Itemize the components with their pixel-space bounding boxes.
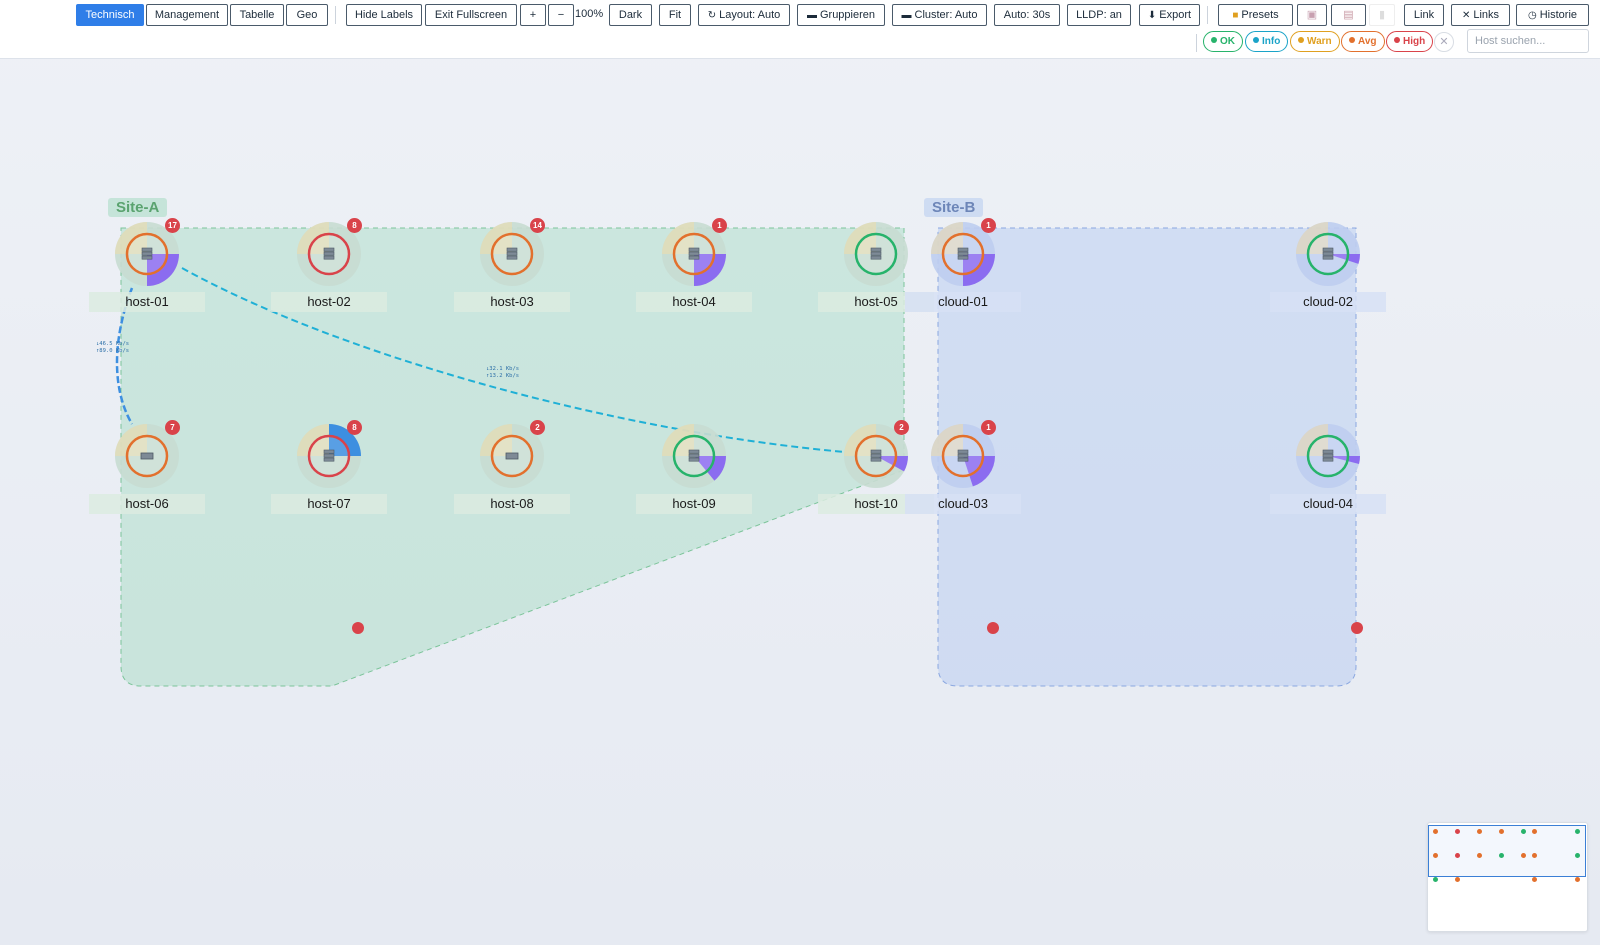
clip-edge bbox=[0, 628, 1600, 638]
server-icon bbox=[870, 247, 882, 260]
server-icon bbox=[688, 247, 700, 260]
node-label: cloud-01 bbox=[905, 292, 1021, 312]
node-host-09[interactable] bbox=[661, 423, 727, 489]
server-icon bbox=[323, 247, 335, 260]
node-host-01[interactable]: 17 bbox=[114, 218, 180, 287]
alert-count-badge: 1 bbox=[981, 218, 996, 233]
node-cloud-01[interactable]: 1 bbox=[930, 218, 996, 287]
alert-count-badge: 2 bbox=[530, 420, 545, 435]
minimap-node-dot bbox=[1455, 829, 1460, 834]
site-b-label: Site-B bbox=[924, 198, 984, 217]
server-icon bbox=[870, 449, 882, 462]
node-host-07[interactable]: 8 bbox=[296, 420, 362, 489]
link-1-up-label: ↑89.0 Kb/s bbox=[96, 348, 129, 354]
node-host-10[interactable]: 2 bbox=[843, 420, 909, 489]
alert-count-badge: 1 bbox=[712, 218, 727, 233]
minimap-node-dot bbox=[1575, 829, 1580, 834]
node-label: cloud-04 bbox=[1270, 494, 1386, 514]
node-gauge bbox=[662, 424, 726, 488]
minimap-node-dot bbox=[1532, 877, 1537, 882]
node-host-06[interactable]: 7 bbox=[114, 420, 180, 489]
node-host-08[interactable]: 2 bbox=[479, 420, 545, 489]
node-host-02[interactable]: 8 bbox=[296, 218, 362, 287]
node-label: host-09 bbox=[636, 494, 752, 514]
node-cloud-02[interactable] bbox=[1295, 221, 1361, 287]
link-2-up-label: ↑13.2 Kb/s bbox=[486, 373, 519, 379]
link-1-down-label: ↓46.5 Kb/s bbox=[96, 341, 129, 347]
node-label: host-08 bbox=[454, 494, 570, 514]
link-2-down-label: ↓32.1 Kb/s bbox=[486, 366, 519, 372]
minimap[interactable] bbox=[1427, 822, 1588, 932]
switch-icon bbox=[140, 452, 154, 460]
minimap-node-dot bbox=[1455, 877, 1460, 882]
alert-count-badge: 17 bbox=[165, 218, 180, 233]
minimap-node-dot bbox=[1433, 877, 1438, 882]
server-icon bbox=[1322, 247, 1334, 260]
minimap-node-dot bbox=[1477, 853, 1482, 858]
node-label: host-06 bbox=[89, 494, 205, 514]
node-label: host-02 bbox=[271, 292, 387, 312]
server-icon bbox=[1322, 449, 1334, 462]
minimap-node-dot bbox=[1455, 853, 1460, 858]
minimap-node-dot bbox=[1521, 853, 1526, 858]
minimap-node-dot bbox=[1433, 829, 1438, 834]
server-icon bbox=[688, 449, 700, 462]
minimap-node-dot bbox=[1532, 829, 1537, 834]
node-cloud-04[interactable] bbox=[1295, 423, 1361, 489]
alert-count-badge: 8 bbox=[347, 218, 362, 233]
node-gauge bbox=[1296, 424, 1360, 488]
node-gauge bbox=[1296, 222, 1360, 286]
node-host-05[interactable] bbox=[843, 221, 909, 287]
alert-count-badge: 8 bbox=[347, 420, 362, 435]
server-icon bbox=[323, 449, 335, 462]
node-label: host-01 bbox=[89, 292, 205, 312]
node-label: cloud-02 bbox=[1270, 292, 1386, 312]
alert-count-badge: 1 bbox=[981, 420, 996, 435]
alert-count-badge: 2 bbox=[894, 420, 909, 435]
minimap-node-dot bbox=[1433, 853, 1438, 858]
node-host-04[interactable]: 1 bbox=[661, 218, 727, 287]
site-a-label: Site-A bbox=[108, 198, 168, 217]
node-label: host-07 bbox=[271, 494, 387, 514]
switch-icon bbox=[505, 452, 519, 460]
minimap-node-dot bbox=[1521, 829, 1526, 834]
server-icon bbox=[957, 449, 969, 462]
node-cloud-03[interactable]: 1 bbox=[930, 420, 996, 489]
minimap-node-dot bbox=[1532, 853, 1537, 858]
alert-count-badge: 7 bbox=[165, 420, 180, 435]
server-icon bbox=[141, 247, 153, 260]
minimap-node-dot bbox=[1499, 853, 1504, 858]
server-icon bbox=[506, 247, 518, 260]
node-label: cloud-03 bbox=[905, 494, 1021, 514]
minimap-node-dot bbox=[1477, 829, 1482, 834]
minimap-viewport[interactable] bbox=[1428, 825, 1586, 877]
server-icon bbox=[957, 247, 969, 260]
minimap-node-dot bbox=[1499, 829, 1504, 834]
node-label: host-03 bbox=[454, 292, 570, 312]
minimap-node-dot bbox=[1575, 853, 1580, 858]
alert-count-badge: 14 bbox=[530, 218, 545, 233]
node-label: host-04 bbox=[636, 292, 752, 312]
node-host-03[interactable]: 14 bbox=[479, 218, 545, 287]
minimap-node-dot bbox=[1575, 877, 1580, 882]
node-gauge bbox=[844, 222, 908, 286]
